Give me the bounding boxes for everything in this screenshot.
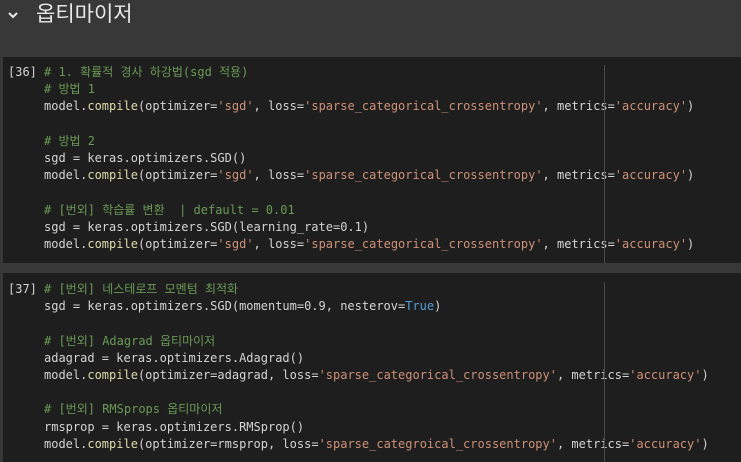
section-header: 옵티마이저 — [0, 0, 741, 56]
code-token: # 1. 확률적 경사 하강법(sgd 적용) — [44, 65, 249, 79]
code-token: ) — [687, 99, 695, 114]
code-token: model. — [44, 367, 88, 382]
code-token: True — [405, 299, 435, 314]
line-length-ruler — [604, 65, 605, 263]
code-token: 'sgd' — [217, 99, 254, 114]
code-token: (optimizer= — [137, 168, 218, 183]
code-editor[interactable]: # [번외] 네스테로프 모멘텀 최적화 sgd = keras.optimize… — [44, 281, 709, 453]
code-token: sgd = keras.optimizers.SGD(momentum=0.9,… — [44, 299, 406, 314]
code-token: compile — [87, 436, 138, 451]
execution-count: [36] — [8, 65, 37, 79]
code-token: ) — [701, 436, 709, 451]
code-token: adagrad = keras.optimizers.Adagrad() — [44, 350, 305, 365]
code-token: 'accuracy' — [629, 367, 702, 382]
chevron-down-icon[interactable] — [6, 8, 20, 22]
code-token: rmsprop = keras.optimizers.RMSprop() — [44, 419, 305, 434]
section-title: 옵티마이저 — [36, 2, 133, 26]
code-token: 'sparse_categorical_crossentropy' — [304, 99, 543, 114]
code-line: sgd = keras.optimizers.SGD(momentum=0.9,… — [44, 298, 709, 315]
code-token: , loss= — [253, 236, 305, 251]
code-line: # 방법 1 — [44, 81, 694, 98]
code-token: # [번외] 네스테로프 모멘텀 최적화 — [44, 282, 239, 296]
code-line: model.compile(optimizer='sgd', loss='spa… — [44, 98, 694, 115]
code-line: model.compile(optimizer='sgd', loss='spa… — [44, 167, 694, 184]
code-token: sgd = keras.optimizers.SGD(learning_rate… — [44, 219, 370, 234]
code-line: rmsprop = keras.optimizers.RMSprop() — [44, 419, 709, 436]
code-token: compile — [87, 367, 138, 382]
code-token: compile — [87, 99, 138, 114]
code-editor[interactable]: # 1. 확률적 경사 하강법(sgd 적용) # 방법 1 model.compi… — [44, 64, 694, 253]
code-token: (optimizer= — [137, 99, 218, 114]
code-token: model. — [44, 236, 88, 251]
code-token: (optimizer=adagrad, loss= — [137, 367, 319, 382]
code-token: (optimizer=rmsprop, loss= — [137, 436, 319, 451]
code-token: , metrics= — [556, 367, 630, 382]
code-token: ) — [701, 367, 709, 382]
code-line: model.compile(optimizer='sgd', loss='spa… — [44, 236, 694, 253]
code-line: # [번외] RMSprops 옵티마이저 — [44, 401, 709, 418]
code-line: sgd = keras.optimizers.SGD(learning_rate… — [44, 219, 694, 236]
code-token: # [번외] 학습률 변환 | default = 0.01 — [44, 202, 295, 217]
code-token: model. — [44, 436, 88, 451]
code-line: model.compile(optimizer=rmsprop, loss='s… — [44, 436, 709, 453]
code-token: model. — [44, 99, 88, 114]
code-token: # [번외] Adagrad 옵티마이저 — [44, 333, 216, 348]
code-token: ) — [687, 236, 695, 251]
code-token: , loss= — [253, 168, 305, 183]
execution-count: [37] — [8, 282, 37, 296]
code-token: compile — [87, 236, 138, 251]
code-line: # [번외] Adagrad 옵티마이저 — [44, 333, 709, 350]
code-token: 'sparse_categroical_crossentropy' — [318, 436, 557, 451]
code-line: model.compile(optimizer=adagrad, loss='s… — [44, 367, 709, 384]
code-line: # 방법 2 — [44, 133, 694, 150]
code-token: ) — [687, 168, 695, 183]
code-line: # [번외] 네스테로프 모멘텀 최적화 — [44, 281, 709, 298]
code-line: adagrad = keras.optimizers.Adagrad() — [44, 350, 709, 367]
code-token: 'sgd' — [217, 236, 254, 251]
code-line: sgd = keras.optimizers.SGD() — [44, 150, 694, 167]
code-token: 'accuracy' — [614, 168, 688, 183]
code-line: # 1. 확률적 경사 하강법(sgd 적용) — [44, 64, 694, 81]
code-token: 'accuracy' — [614, 99, 688, 114]
code-token: 'sparse_categorical_crossentropy' — [318, 367, 557, 382]
code-token: 'sgd' — [217, 168, 254, 183]
code-line: # [번외] 학습률 변환 | default = 0.01 — [44, 202, 694, 219]
code-cell[interactable]: [36] # 1. 확률적 경사 하강법(sgd 적용) # 방법 1 model.… — [3, 57, 741, 263]
code-token: # 방법 2 — [44, 133, 95, 148]
code-token: , loss= — [253, 99, 305, 114]
code-token: # [번외] RMSprops 옵티마이저 — [44, 402, 223, 417]
code-token: 'sparse_categorical_crossentropy' — [304, 168, 543, 183]
code-token: # 방법 1 — [44, 82, 95, 97]
code-token: 'accuracy' — [614, 236, 688, 251]
code-token: compile — [87, 168, 138, 183]
code-token: 'accuracy' — [629, 436, 702, 451]
code-token: model. — [44, 168, 88, 183]
code-token: 'sparse_categorical_crossentropy' — [304, 236, 543, 251]
code-token: ) — [434, 299, 442, 314]
line-length-ruler — [604, 282, 605, 462]
code-token: (optimizer= — [137, 236, 218, 251]
code-token: , metrics= — [556, 436, 630, 451]
code-cell[interactable]: [37] # [번외] 네스테로프 모멘텀 최적화 sgd = keras.opt… — [3, 273, 741, 462]
code-token: sgd = keras.optimizers.SGD() — [44, 150, 247, 165]
